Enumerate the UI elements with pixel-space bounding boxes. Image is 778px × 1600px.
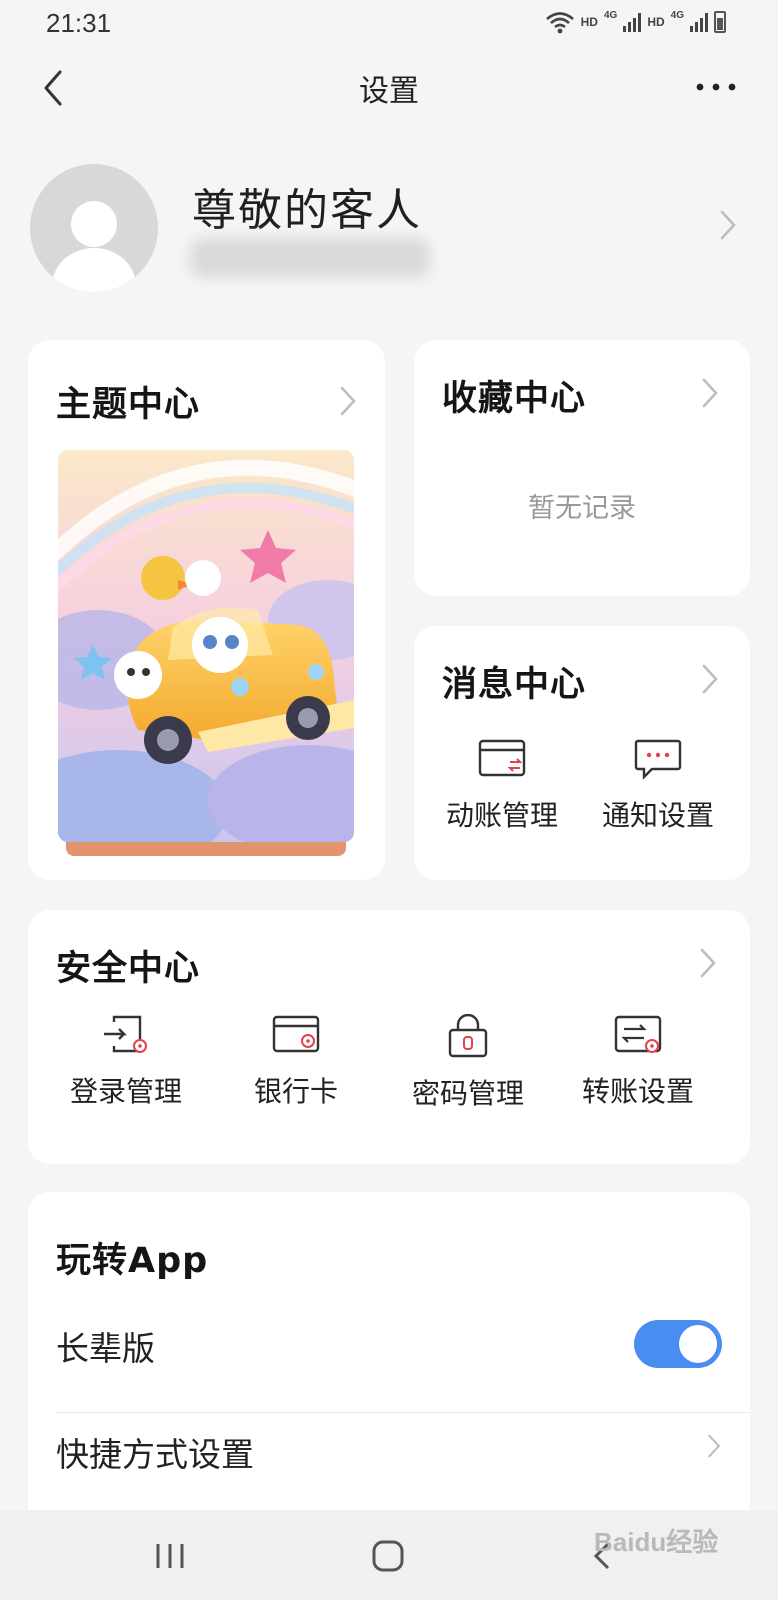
theme-center-card[interactable]: 主题中心: [28, 340, 385, 880]
notification-settings-label: 通知设置: [601, 799, 714, 832]
more-dots-icon: [696, 83, 736, 91]
status-bar: 21:31 HD 4G HD 4G: [0, 0, 778, 52]
chevron-right-icon: [708, 1434, 721, 1458]
empty-state-text: 暂无记录: [528, 493, 636, 524]
theme-image-shadow: [66, 842, 346, 856]
profile-card[interactable]: 尊敬的客人: [30, 158, 750, 298]
security-center-title: 安全中心: [56, 949, 201, 989]
password-management-item[interactable]: 密码管理: [398, 1014, 538, 1112]
transfer-icon: [614, 1015, 662, 1053]
wifi-icon: [545, 12, 574, 34]
chevron-right-icon: [702, 378, 718, 408]
transfer-settings-label: 转账设置: [581, 1075, 694, 1108]
elder-mode-toggle[interactable]: [634, 1320, 722, 1368]
network-label: HD: [580, 15, 598, 29]
message-center-title: 消息中心: [442, 665, 587, 705]
security-center-card[interactable]: 安全中心 登录管理 银行卡 密码管理 转账设置: [28, 910, 750, 1164]
signal-icon: [690, 12, 708, 32]
elder-mode-row: 长辈版: [56, 1292, 750, 1396]
message-center-card[interactable]: 消息中心 动账管理 通知设置: [414, 626, 750, 880]
network-label: 4G: [603, 10, 618, 21]
favorites-center-card[interactable]: 收藏中心 暂无记录: [414, 340, 750, 596]
login-icon: [104, 1015, 147, 1053]
bank-card-item[interactable]: 银行卡: [226, 1014, 366, 1110]
account-change-management-item[interactable]: 动账管理: [432, 738, 572, 834]
favorites-center-title: 收藏中心: [442, 379, 587, 419]
bank-card-label: 银行卡: [253, 1075, 338, 1108]
theme-illustration: [58, 450, 354, 842]
chevron-right-icon: [700, 948, 716, 978]
recent-apps-button[interactable]: [150, 1536, 190, 1576]
profile-name: 尊敬的客人: [192, 185, 422, 236]
card-transfer-icon: [478, 739, 526, 777]
login-management-item[interactable]: 登录管理: [56, 1014, 196, 1110]
lock-icon: [448, 1014, 488, 1058]
elder-mode-label: 长辈版: [56, 1329, 155, 1368]
network-label: HD: [647, 15, 665, 29]
default-avatar-icon: [52, 201, 136, 292]
network-label: 4G: [670, 10, 684, 21]
shortcut-settings-label: 快捷方式设置: [56, 1435, 254, 1474]
more-button[interactable]: [694, 70, 738, 104]
theme-preview-image[interactable]: [58, 450, 354, 842]
chevron-right-icon: [702, 664, 718, 694]
status-icons: HD 4G HD 4G: [545, 10, 726, 34]
notification-settings-item[interactable]: 通知设置: [588, 738, 728, 834]
nav-bar: 设置: [0, 52, 778, 124]
transfer-settings-item[interactable]: 转账设置: [568, 1014, 708, 1110]
shortcut-settings-row[interactable]: 快捷方式设置: [56, 1398, 750, 1502]
home-button[interactable]: [368, 1536, 408, 1576]
status-time: 21:31: [46, 8, 112, 38]
signal-icon: [623, 12, 642, 32]
account-change-management-label: 动账管理: [445, 799, 558, 832]
theme-center-title: 主题中心: [56, 385, 201, 425]
battery-icon: [714, 11, 726, 33]
bank-card-icon: [272, 1015, 320, 1053]
toggle-knob: [679, 1325, 717, 1363]
page-title: 设置: [359, 74, 419, 109]
play-app-card: 玩转App 长辈版 快捷方式设置: [28, 1192, 750, 1552]
masked-phone-number: [190, 238, 430, 278]
login-management-label: 登录管理: [69, 1075, 182, 1108]
play-app-title: 玩转App: [56, 1241, 209, 1281]
watermark: Baidu经验: [594, 1527, 719, 1557]
password-management-label: 密码管理: [411, 1077, 524, 1110]
avatar: [30, 164, 158, 292]
chevron-right-icon: [720, 210, 736, 240]
chat-bubble-icon: [634, 739, 682, 780]
chevron-right-icon: [340, 386, 356, 416]
